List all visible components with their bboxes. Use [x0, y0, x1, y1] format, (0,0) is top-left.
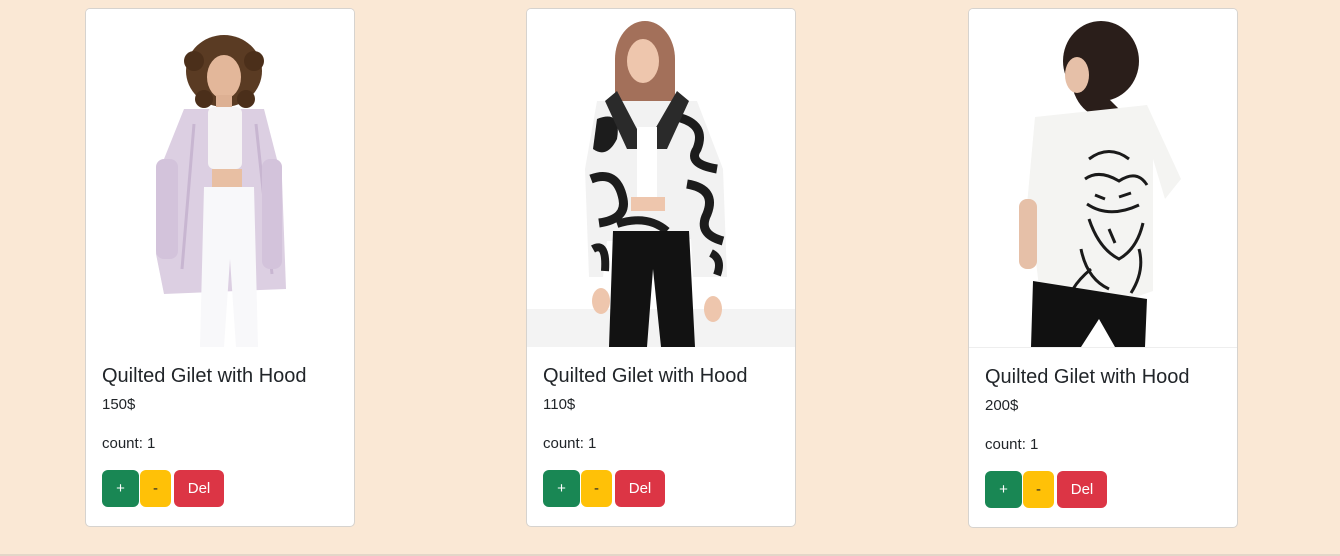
decrease-button[interactable]: - [581, 470, 612, 507]
product-actions: + - Del [102, 470, 338, 507]
product-count: count: 1 [543, 435, 597, 452]
product-image [86, 9, 354, 347]
delete-button[interactable]: Del [615, 470, 665, 507]
delete-button[interactable]: Del [1057, 471, 1107, 508]
product-image [527, 9, 795, 347]
increase-button[interactable]: + [543, 470, 580, 507]
decrease-button[interactable]: - [1023, 471, 1054, 508]
product-count: count: 1 [102, 435, 156, 452]
product-price: 110$ [543, 396, 576, 413]
product-card: Quilted Gilet with Hood 110$ count: 1 + … [526, 8, 796, 527]
increase-button[interactable]: + [985, 471, 1022, 508]
product-count: count: 1 [985, 436, 1039, 453]
product-actions: + - Del [543, 470, 779, 507]
product-price: 150$ [102, 396, 136, 413]
product-image [969, 9, 1237, 348]
product-price: 200$ [985, 397, 1019, 414]
increase-button[interactable]: + [102, 470, 139, 507]
product-card: Quilted Gilet with Hood 150$ count: 1 + … [85, 8, 355, 527]
product-title: Quilted Gilet with Hood [985, 366, 1190, 388]
product-title: Quilted Gilet with Hood [102, 365, 307, 387]
product-card: Quilted Gilet with Hood 200$ count: 1 + … [968, 8, 1238, 528]
decrease-button[interactable]: - [140, 470, 171, 507]
delete-button[interactable]: Del [174, 470, 224, 507]
product-actions: + - Del [985, 471, 1221, 508]
product-title: Quilted Gilet with Hood [543, 365, 748, 387]
